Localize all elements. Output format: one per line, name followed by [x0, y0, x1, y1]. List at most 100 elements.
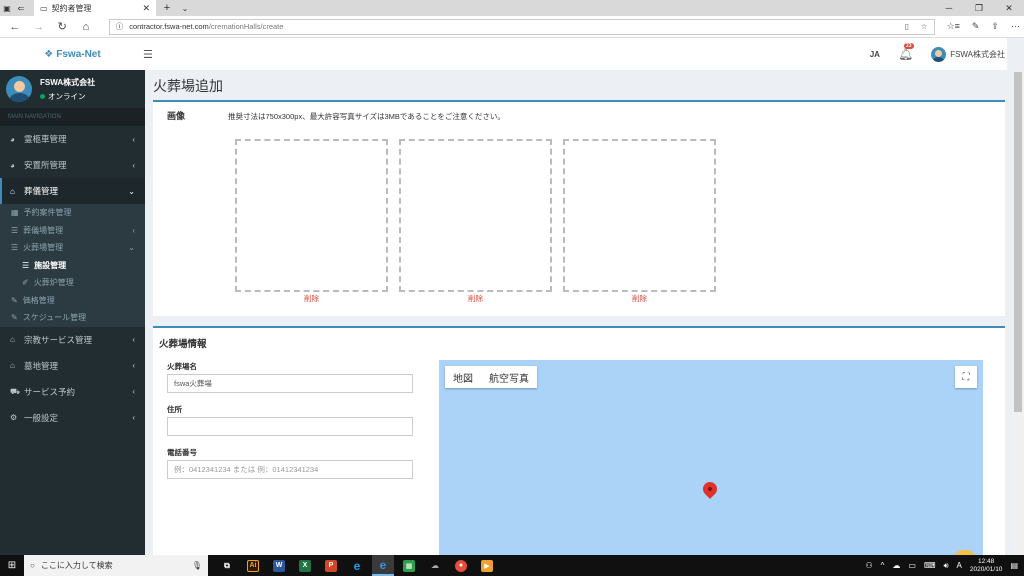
reading-view-icon[interactable]: ▯ — [905, 22, 909, 31]
sidebar-item-booking[interactable]: ⛟ サービス予約 ‹ — [0, 379, 145, 405]
brand-name: Fswa-Net — [56, 48, 101, 60]
sidebar-item-cemetery[interactable]: ⌂ 墓地管理 ‹ — [0, 353, 145, 379]
minimize-button[interactable]: ─ — [934, 3, 964, 14]
new-tab-button[interactable]: + — [156, 2, 178, 14]
network-icon[interactable]: ⌨ — [924, 561, 936, 570]
online-status: オンライン — [40, 91, 95, 102]
cortana-icon: ○ — [30, 561, 35, 570]
brand-logo[interactable]: ❖ Fswa-Net — [0, 38, 145, 70]
top-navbar: ☰ JA 🔔︎ 23 FSWA株式会社 — [143, 38, 1007, 70]
url-field[interactable]: ⓘ contractor.fswa-net.com/cremationHalls… — [108, 18, 935, 35]
more-icon[interactable]: ··· — [1011, 21, 1020, 32]
map-marker-icon[interactable] — [700, 479, 720, 499]
edge-icon[interactable]: e — [372, 555, 394, 576]
image-upload-2[interactable] — [399, 139, 552, 292]
url-domain: contractor.fswa-net.com — [129, 22, 209, 31]
excel-icon[interactable]: X — [294, 555, 316, 576]
scrollbar-thumb[interactable] — [1014, 72, 1022, 412]
pen-icon[interactable]: ✎ — [972, 21, 980, 32]
bell-icon[interactable]: 🔔︎ 23 — [898, 43, 914, 61]
map-view[interactable]: 地図 航空写真 ⛶ — [439, 360, 983, 555]
image-label: 画像 — [167, 111, 186, 121]
onedrive-icon[interactable]: ☁ — [424, 555, 446, 576]
main-content: 火葬場追加 画像 推奨寸法は750x300px、最大許容写真サイズは3MBである… — [145, 70, 1012, 555]
sidebar-company: FSWA株式会社 — [40, 77, 96, 87]
volume-icon[interactable]: 🔊︎ — [944, 561, 949, 571]
map-type-map-button[interactable]: 地図 — [445, 370, 481, 385]
sidebar-item-funeral-halls[interactable]: ☰ 葬儀場管理 ‹ — [0, 222, 145, 240]
refresh-icon[interactable]: ↻ — [51, 20, 73, 33]
image-upload-3[interactable] — [563, 139, 716, 292]
sidebar-item-settings[interactable]: ⚙ 一般設定 ‹ — [0, 405, 145, 431]
menu-toggle-icon[interactable]: ☰ — [143, 48, 153, 61]
language-selector[interactable]: JA — [870, 50, 880, 59]
sidebar-item-pricing[interactable]: ✎ 価格管理 — [0, 292, 145, 310]
home-icon: ⌂ — [10, 335, 15, 344]
window-menu-icon[interactable]: ▣ — [0, 0, 14, 16]
name-field[interactable] — [167, 374, 413, 393]
windows-start-icon[interactable]: ⊞ — [0, 560, 24, 571]
sidebar-item-crematoriums[interactable]: ☰ 火葬場管理 ⌄ — [0, 239, 145, 257]
browser-titlebar: ▣ ⇐ ▭ 契約者管理 ✕ + ⌄ ─ ❐ ✕ — [0, 0, 1024, 16]
taskbar-search[interactable]: ○ ここに入力して検索 🎙︎ — [24, 555, 208, 576]
back-icon[interactable]: ← — [4, 21, 26, 33]
sidebar: FSWA株式会社 オンライン MAIN NAVIGATION ◕ 霊柩車管理 ‹ ◕… — [0, 70, 145, 555]
battery-icon[interactable]: ▭ — [908, 561, 916, 570]
chevron-left-icon: ‹ — [132, 160, 135, 170]
map-type-satellite-button[interactable]: 航空写真 — [481, 370, 537, 385]
powerpoint-icon[interactable]: P — [320, 555, 342, 576]
sidebar-item-religious[interactable]: ⌂ 宗教サービス管理 ‹ — [0, 327, 145, 353]
ime-icon[interactable]: A — [957, 561, 962, 570]
task-view-icon[interactable]: ⧉ — [216, 555, 238, 576]
funeral-submenu: ▦ 予約案件管理 ☰ 葬儀場管理 ‹ ☰ 火葬場管理 ⌄ ☰ 施設管理 ✐ 火葬炉管理 ✎ 価格… — [0, 204, 145, 327]
sidebar-item-hearse[interactable]: ◕ 霊柩車管理 ‹ — [0, 126, 145, 152]
sidebar-item-funeral[interactable]: ⌂ 葬儀管理 ⌄ — [0, 178, 145, 204]
gear-icon: ⚙ — [10, 413, 18, 422]
sidebar-item-reservations[interactable]: ▦ 予約案件管理 — [0, 204, 145, 222]
chevron-down-icon: ⌄ — [128, 186, 135, 196]
share-icon[interactable]: ⇪ — [991, 21, 999, 32]
close-tab-icon[interactable]: ✕ — [142, 3, 150, 14]
tab-preview-icon[interactable]: ⇐ — [14, 0, 28, 16]
status-dot-icon — [40, 93, 45, 99]
word-icon[interactable]: W — [268, 555, 290, 576]
sidebar-item-morgue[interactable]: ◕ 安置所管理 ‹ — [0, 152, 145, 178]
address-field[interactable] — [167, 417, 413, 436]
chevron-down-icon: ⌄ — [128, 243, 135, 253]
list-icon: ☰ — [22, 260, 30, 270]
image-upload-1[interactable] — [235, 139, 388, 292]
favorite-star-icon[interactable]: ☆ — [921, 22, 928, 31]
phone-field[interactable] — [167, 460, 413, 479]
section-title: 火葬場情報 — [159, 339, 207, 350]
delete-image-3[interactable]: 削除 — [563, 293, 716, 304]
tray-overflow-icon[interactable]: ^ — [881, 561, 885, 570]
sidebar-item-schedule[interactable]: ✎ スケジュール管理 — [0, 309, 145, 327]
sidebar-item-furnaces[interactable]: ✐ 火葬炉管理 — [0, 274, 145, 292]
home-icon[interactable]: ⌂ — [75, 21, 97, 33]
media-player-icon[interactable]: ▶ — [476, 555, 498, 576]
people-icon[interactable]: ⚇ — [865, 561, 872, 570]
illustrator-icon[interactable]: Ai — [242, 555, 264, 576]
building-icon: ▦ — [11, 208, 19, 218]
sidebar-item-facilities[interactable]: ☰ 施設管理 — [0, 257, 145, 275]
internet-explorer-icon[interactable]: e — [346, 555, 368, 576]
cloud-icon[interactable]: ☁ — [892, 561, 900, 570]
avatar — [931, 46, 947, 62]
fullscreen-icon[interactable]: ⛶ — [955, 366, 977, 388]
delete-image-2[interactable]: 削除 — [399, 293, 552, 304]
spreadsheet-app-icon[interactable]: ▦ — [398, 555, 420, 576]
page-scrollbar[interactable] — [1012, 70, 1024, 555]
browser-tab[interactable]: ▭ 契約者管理 ✕ — [34, 0, 156, 16]
clock[interactable]: 12:48 2020/01/10 — [970, 558, 1003, 574]
favorites-icon[interactable]: ☆≡ — [947, 21, 960, 32]
restore-button[interactable]: ❐ — [964, 3, 994, 14]
user-menu[interactable]: FSWA株式会社 — [931, 46, 1005, 62]
chevron-left-icon: ‹ — [132, 413, 135, 422]
close-window-button[interactable]: ✕ — [994, 3, 1024, 14]
chrome-icon[interactable]: ● — [450, 555, 472, 576]
forward-icon[interactable]: → — [28, 21, 50, 33]
notification-center-icon[interactable]: ▤ — [1010, 561, 1018, 570]
tab-list-icon[interactable]: ⌄ — [178, 4, 192, 13]
microphone-icon[interactable]: 🎙︎ — [192, 561, 202, 570]
delete-image-1[interactable]: 削除 — [235, 293, 388, 304]
